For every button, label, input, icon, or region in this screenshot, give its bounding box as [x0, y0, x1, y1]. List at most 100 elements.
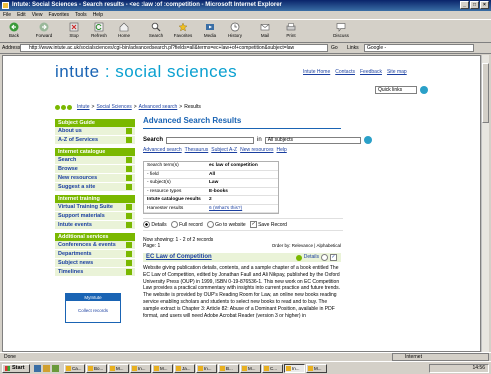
home-icon	[119, 22, 129, 32]
home-button[interactable]: Home	[113, 22, 135, 41]
discuss-button[interactable]: Discuss	[330, 22, 352, 41]
go-button[interactable]: Go	[331, 45, 338, 51]
link-feedback[interactable]: Feedback	[360, 69, 382, 75]
details-option-radio[interactable]	[321, 254, 328, 261]
sidebar-item-timelines[interactable]: Timelines	[55, 268, 135, 277]
link-help[interactable]: Help	[276, 147, 286, 153]
maximize-button[interactable]: □	[470, 1, 479, 9]
quick-links-go-icon[interactable]	[420, 86, 428, 94]
sidebar-item-virtual-training-suite[interactable]: Virtual Training Suite	[55, 203, 135, 212]
order-by-links[interactable]: Order by: Relevance | Alphabetical	[272, 243, 341, 248]
menu-favorites[interactable]: Favorites	[48, 11, 69, 19]
full-record-radio[interactable]: Full record	[170, 221, 203, 228]
sidebar-header-subject-guide[interactable]: Subject Guide	[55, 119, 135, 127]
sidebar-item-support-materials[interactable]: Support materials	[55, 212, 135, 221]
result-title-bar: EC Law of Competition Details ✓	[143, 253, 341, 262]
search-criteria-table: Search term(s) ec law of competition - fi…	[143, 161, 279, 214]
sidebar-item-departments[interactable]: Departments	[55, 250, 135, 259]
link-advanced-search[interactable]: Advanced search	[143, 147, 182, 153]
breadcrumb-social-sciences[interactable]: Social Sciences	[96, 104, 131, 110]
sidebar: Subject Guide About us A-Z of Services I…	[55, 116, 135, 323]
collect-records-link[interactable]: Collect records	[66, 308, 120, 313]
sidebar-header-additional-services[interactable]: Additional services	[55, 233, 135, 241]
breadcrumb-intute[interactable]: Intute	[77, 104, 90, 110]
harvester-results-link[interactable]: 6 (What's this?)	[209, 205, 242, 213]
result-actions: Details Full record Go to website ✓ Save…	[143, 218, 343, 231]
link-contacts[interactable]: Contacts	[335, 69, 355, 75]
quicklaunch-ie-icon[interactable]	[34, 365, 41, 372]
sidebar-item-browse[interactable]: Browse	[55, 165, 135, 174]
sidebar-item-about-us[interactable]: About us	[55, 127, 135, 136]
sidebar-item-search[interactable]: Search	[55, 156, 135, 165]
go-to-website-radio[interactable]: Go to website	[206, 221, 246, 228]
result-details-control[interactable]: Details ✓	[295, 253, 337, 262]
menu-view[interactable]: View	[32, 11, 43, 19]
sidebar-header-internet-catalogue[interactable]: Internet catalogue	[55, 148, 135, 156]
history-icon	[230, 22, 240, 32]
result-title-link[interactable]: EC Law of Competition	[146, 254, 212, 260]
search-input[interactable]	[166, 136, 255, 144]
sidebar-header-internet-training[interactable]: Internet training	[55, 195, 135, 203]
taskbar-task[interactable]: In...	[130, 364, 151, 373]
link-thesaurus[interactable]: Thesaurus	[185, 147, 209, 153]
result-select-checkbox[interactable]: ✓	[330, 254, 337, 261]
result-description: Website giving publication details, cont…	[143, 265, 341, 319]
taskbar-task[interactable]: Ca...	[64, 364, 85, 373]
sidebar-item-subject-news[interactable]: Subject news	[55, 259, 135, 268]
search-go-icon[interactable]	[363, 136, 372, 144]
history-button[interactable]: History	[224, 22, 246, 41]
vertical-scrollbar[interactable]	[481, 55, 489, 352]
link-subject-a-z[interactable]: Subject A-Z	[211, 147, 237, 153]
taskbar-task[interactable]: Ja...	[174, 364, 195, 373]
quicklaunch-folder-icon[interactable]	[43, 365, 50, 372]
link-site-map[interactable]: Site map	[387, 69, 407, 75]
taskbar-task[interactable]: In...	[196, 364, 217, 373]
refresh-icon	[94, 22, 104, 32]
sidebar-item-suggest-site[interactable]: Suggest a site	[55, 183, 135, 192]
minimize-button[interactable]: _	[460, 1, 469, 9]
taskbar-task[interactable]: M...	[306, 364, 327, 373]
mail-button[interactable]: Mail	[254, 22, 276, 41]
search-button[interactable]: Search	[145, 22, 167, 41]
breadcrumb-advanced-search[interactable]: Advanced search	[139, 104, 178, 110]
quick-links-select[interactable]: Quick links	[375, 86, 417, 94]
menu-edit[interactable]: Edit	[17, 11, 26, 19]
back-button[interactable]: Back	[3, 22, 25, 41]
google-toolbar-search[interactable]: Google -	[364, 44, 474, 52]
link-intute-home[interactable]: Intute Home	[303, 69, 330, 75]
start-button[interactable]: Start	[2, 364, 30, 373]
sidebar-item-intute-events[interactable]: Intute events	[55, 221, 135, 230]
criteria-row: Search term(s) ec law of competition	[144, 162, 278, 171]
print-button[interactable]: Print	[280, 22, 302, 41]
scrollbar-thumb[interactable]	[482, 63, 489, 123]
stop-button[interactable]: Stop	[63, 22, 85, 41]
intute-logo[interactable]: intute : social sciences	[55, 62, 237, 82]
forward-button[interactable]: Forward	[33, 22, 55, 41]
favorites-button[interactable]: Favorites	[172, 22, 194, 41]
subject-select[interactable]: All subjects	[264, 136, 361, 144]
forward-arrow-icon	[39, 22, 49, 32]
taskbar-task[interactable]: C...	[262, 364, 283, 373]
taskbar-task-active[interactable]: In...	[284, 364, 305, 373]
menu-tools[interactable]: Tools	[75, 11, 87, 19]
taskbar-task[interactable]: M...	[152, 364, 173, 373]
sidebar-item-a-z-services[interactable]: A-Z of Services	[55, 136, 135, 145]
link-new-resources[interactable]: New resources	[240, 147, 273, 153]
close-button[interactable]: ×	[480, 1, 489, 9]
quicklaunch-desktop-icon[interactable]	[52, 365, 59, 372]
sidebar-item-conferences-events[interactable]: Conferences & events	[55, 241, 135, 250]
media-button[interactable]: Media	[199, 22, 221, 41]
save-record-checkbox[interactable]: ✓ Save Record	[249, 221, 287, 228]
security-zone: Internet	[392, 353, 489, 361]
sidebar-item-new-resources[interactable]: New resources	[55, 174, 135, 183]
refresh-button[interactable]: Refresh	[88, 22, 110, 41]
menu-help[interactable]: Help	[93, 11, 103, 19]
links-button[interactable]: Links	[347, 45, 359, 51]
address-input[interactable]: http://www.intute.ac.uk/socialsciences/c…	[20, 44, 328, 52]
taskbar-task[interactable]: M...	[240, 364, 261, 373]
taskbar-task[interactable]: B...	[218, 364, 239, 373]
taskbar-task[interactable]: Bo...	[86, 364, 107, 373]
details-radio[interactable]: Details	[143, 221, 167, 228]
menu-file[interactable]: File	[3, 11, 11, 19]
taskbar-task[interactable]: M...	[108, 364, 129, 373]
